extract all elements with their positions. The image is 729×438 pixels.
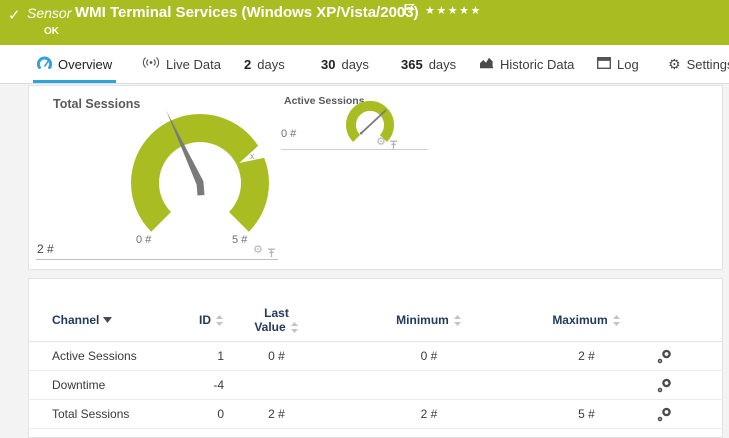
cell-last-value: 0 #	[224, 349, 329, 363]
priority-stars[interactable]: ★★★★★	[425, 4, 482, 17]
tab-log-label: Log	[617, 57, 639, 72]
table-row-downtime[interactable]: Downtime -4	[29, 371, 722, 400]
total-gauge-min-label: 0 #	[136, 234, 151, 246]
sort-both-icon	[290, 322, 299, 333]
column-header-channel-label: Channel	[52, 313, 99, 327]
tab-overview-label: Overview	[58, 57, 112, 72]
log-window-icon	[597, 57, 611, 72]
object-kind-label: Sensor	[27, 5, 71, 21]
column-header-maximum[interactable]: Maximum	[529, 313, 644, 327]
cell-minimum: 0 #	[329, 349, 529, 363]
tab-365-days-number: 365	[401, 57, 423, 72]
channel-settings-icon[interactable]	[644, 348, 684, 365]
sort-both-icon	[215, 315, 224, 326]
tab-overview[interactable]: Overview	[37, 45, 112, 83]
tab-bar: Overview Live Data 2 days 30 days 365 da…	[0, 45, 729, 84]
sort-both-icon	[612, 315, 621, 326]
flag-icon[interactable]	[404, 3, 415, 21]
gauge-limit-marker: x	[250, 151, 255, 161]
tab-2-days-number: 2	[244, 57, 251, 72]
table-body: Active Sessions 1 0 # 0 # 2 # Downtime -…	[29, 342, 722, 429]
active-gauge-pin-icon[interactable]	[389, 137, 398, 155]
cell-channel: Total Sessions	[52, 407, 177, 421]
column-header-minimum[interactable]: Minimum	[329, 313, 529, 327]
tab-historic-data-label: Historic Data	[500, 57, 574, 72]
cell-maximum: 5 #	[529, 407, 644, 421]
historic-chart-icon	[479, 56, 494, 72]
sort-both-icon	[453, 315, 462, 326]
sensor-header: ✓ Sensor WMI Terminal Services (Windows …	[0, 0, 729, 45]
column-header-last-label: Last	[264, 306, 289, 320]
status-ok-check-icon: ✓	[8, 6, 21, 24]
total-gauge-max-label: 5 #	[232, 234, 247, 246]
channels-table-panel: Channel ID Last Value Minim	[28, 278, 723, 438]
tab-settings-label: Settings	[687, 57, 729, 72]
gauge-tab-icon	[37, 56, 52, 72]
total-gauge-settings-icon[interactable]: ⚙	[253, 245, 263, 256]
tab-live-data[interactable]: Live Data	[142, 45, 221, 83]
total-gauge-divider	[36, 259, 278, 260]
tab-30-days[interactable]: 30 days	[321, 45, 369, 83]
live-signal-icon	[142, 56, 160, 72]
column-header-id[interactable]: ID	[177, 313, 224, 327]
settings-gear-icon: ⚙	[668, 57, 681, 71]
sort-desc-icon	[103, 317, 112, 323]
cell-channel: Active Sessions	[52, 349, 177, 363]
tab-365-days-word: days	[429, 57, 456, 72]
tab-2-days-word: days	[257, 57, 284, 72]
tab-log[interactable]: Log	[597, 45, 639, 83]
tab-30-days-number: 30	[321, 57, 335, 72]
cell-id: 0	[177, 407, 224, 421]
tab-30-days-word: days	[341, 57, 368, 72]
column-header-value-label: Value	[254, 320, 285, 334]
tab-historic-data[interactable]: Historic Data	[479, 45, 574, 83]
tab-2-days[interactable]: 2 days	[244, 45, 285, 83]
column-header-channel[interactable]: Channel	[52, 313, 177, 327]
cell-last-value: 2 #	[224, 407, 329, 421]
active-gauge-divider	[281, 149, 428, 150]
table-header-row: Channel ID Last Value Minim	[29, 299, 722, 341]
table-row-active-sessions[interactable]: Active Sessions 1 0 # 0 # 2 #	[29, 342, 722, 371]
tab-365-days[interactable]: 365 days	[401, 45, 456, 83]
column-header-minimum-label: Minimum	[396, 313, 449, 327]
cell-id: -4	[177, 378, 224, 392]
total-gauge-current-value: 2 #	[37, 242, 54, 256]
channel-settings-icon[interactable]	[644, 406, 684, 423]
column-header-last-value[interactable]: Last Value	[224, 306, 329, 334]
cell-id: 1	[177, 349, 224, 363]
total-gauge-pin-icon[interactable]	[267, 245, 276, 263]
tab-live-data-label: Live Data	[166, 57, 221, 72]
sensor-status-text: OK	[44, 26, 59, 37]
active-gauge-current-value: 0 #	[281, 128, 296, 140]
channel-settings-icon[interactable]	[644, 377, 684, 394]
cell-channel: Downtime	[52, 378, 177, 392]
gauges-panel: Total Sessions x 0 # 5 # 2 # ⚙ Active Se…	[28, 85, 723, 270]
active-gauge-settings-icon[interactable]: ⚙	[376, 137, 386, 148]
cell-minimum: 2 #	[329, 407, 529, 421]
tab-settings[interactable]: ⚙ Settings	[668, 45, 729, 83]
table-row-total-sessions[interactable]: Total Sessions 0 2 # 2 # 5 #	[29, 400, 722, 429]
column-header-maximum-label: Maximum	[552, 313, 607, 327]
cell-maximum: 2 #	[529, 349, 644, 363]
sensor-title: WMI Terminal Services (Windows XP/Vista/…	[75, 4, 419, 21]
column-header-id-label: ID	[199, 313, 211, 327]
